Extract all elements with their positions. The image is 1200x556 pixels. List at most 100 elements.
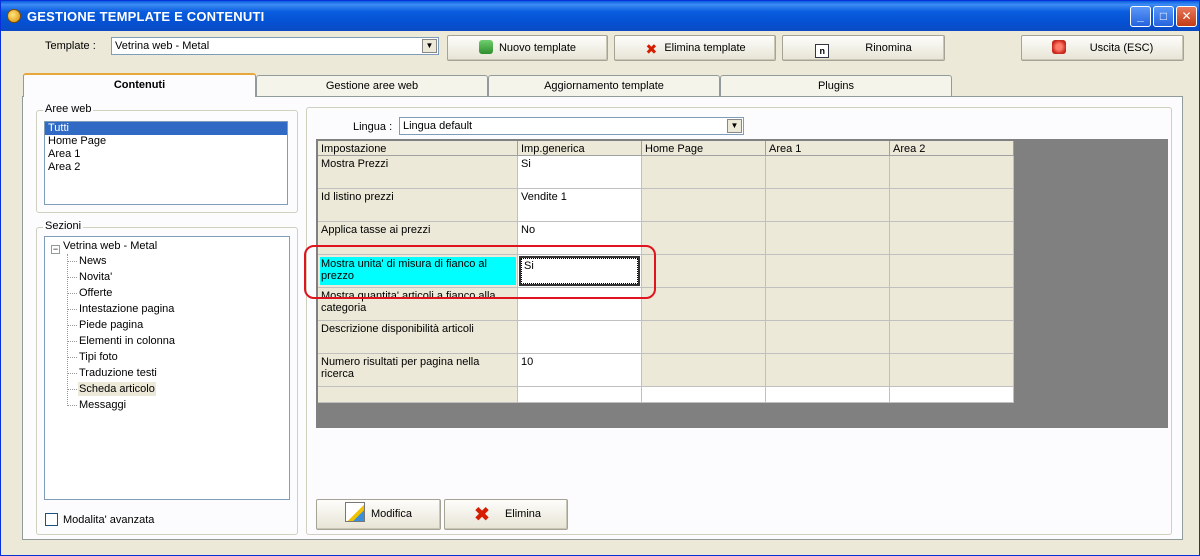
tree-line [67,389,77,390]
delete-button[interactable]: ✖ Elimina [444,499,568,530]
advanced-mode-label: Modalita' avanzata [63,514,155,526]
grid-cell[interactable] [642,387,766,403]
chevron-down-icon[interactable]: ▼ [727,119,742,133]
rename-button[interactable]: n Rinomina [782,35,945,61]
grid-row-label: Id listino prezzi [318,189,518,222]
grid-cell[interactable] [766,288,890,321]
grid-row-label: Mostra Prezzi [318,156,518,189]
lingua-select-value: Lingua default [403,120,473,132]
grid-cell[interactable]: Si [518,156,642,189]
tree-line [67,293,77,294]
template-select-value: Vetrina web - Metal [115,40,210,52]
sezioni-tree[interactable]: − Vetrina web - Metal News Novita' Offer… [44,236,290,500]
template-select[interactable]: Vetrina web - Metal ▼ [111,37,439,55]
lingua-select[interactable]: Lingua default ▼ [399,117,744,135]
grid-cell[interactable]: Vendite 1 [518,189,642,222]
grid-cell[interactable] [642,189,766,222]
aree-web-list[interactable]: Tutti Home Page Area 1 Area 2 [44,121,288,205]
tree-item-traduzione-testi[interactable]: Traduzione testi [79,366,157,380]
minimize-button[interactable]: _ [1130,6,1151,27]
grid-cell[interactable] [766,222,890,255]
grid-cell[interactable]: 10 [518,354,642,387]
grid-header[interactable]: Impostazione [318,141,518,156]
grid-header[interactable]: Home Page [642,141,766,156]
collapse-icon[interactable]: − [51,245,60,254]
grid-cell[interactable] [642,156,766,189]
list-item[interactable]: Tutti [45,122,287,135]
grid-cell[interactable] [766,189,890,222]
tree-item-novita[interactable]: Novita' [79,270,112,284]
list-item[interactable]: Home Page [45,135,287,148]
tree-item-messaggi[interactable]: Messaggi [79,398,126,412]
grid-row-label [318,387,518,403]
delete-icon: ✖ [645,41,658,57]
delete-template-button[interactable]: ✖ Elimina template [614,35,776,61]
new-template-button[interactable]: Nuovo template [447,35,608,61]
tree-item-elementi-in-colonna[interactable]: Elementi in colonna [79,334,175,348]
grid-cell[interactable] [766,321,890,354]
grid-cell[interactable] [642,222,766,255]
exit-button[interactable]: Uscita (ESC) [1021,35,1184,61]
tree-line [67,261,77,262]
tab-plugins[interactable]: Plugins [720,75,952,96]
maximize-button[interactable]: □ [1153,6,1174,27]
grid-cell[interactable] [766,387,890,403]
template-label: Template : [45,40,96,52]
grid-cell[interactable] [642,354,766,387]
tab-contenuti[interactable]: Contenuti [23,73,256,97]
grid-cell[interactable] [890,189,1014,222]
tree-item-scheda-articolo[interactable]: Scheda articolo [78,382,156,396]
sezioni-caption: Sezioni [43,220,84,232]
delete-label: Elimina [504,508,542,520]
tree-line [67,357,77,358]
grid-cell[interactable] [890,321,1014,354]
close-button[interactable]: ✕ [1176,6,1197,27]
lingua-label: Lingua : [353,121,393,133]
tab-aggiornamento-template[interactable]: Aggiornamento template [488,75,720,96]
grid-cell[interactable] [642,321,766,354]
grid-header[interactable]: Area 2 [890,141,1014,156]
grid-cell[interactable] [642,288,766,321]
grid-cell[interactable] [766,255,890,288]
grid-cell[interactable] [890,387,1014,403]
tree-line [67,325,77,326]
grid-cell[interactable] [890,354,1014,387]
exit-icon [1051,40,1066,54]
tree-item-intestazione-pagina[interactable]: Intestazione pagina [79,302,174,316]
tree-line [67,405,77,406]
grid-header[interactable]: Area 1 [766,141,890,156]
grid-row-label: Numero risultati per pagina nella ricerc… [318,354,518,387]
grid-cell[interactable] [890,288,1014,321]
list-item[interactable]: Area 2 [45,161,287,174]
grid-cell[interactable] [890,156,1014,189]
tab-gestione-aree-web[interactable]: Gestione aree web [256,75,488,96]
advanced-mode-checkbox[interactable] [45,513,58,526]
grid-cell[interactable] [518,387,642,403]
grid-header[interactable]: Imp.generica [518,141,642,156]
rename-label: Rinomina [865,42,912,54]
grid-row-label: Descrizione disponibilità articoli [318,321,518,354]
tree-line [67,309,77,310]
grid-cell[interactable] [642,255,766,288]
edit-icon [345,502,366,522]
new-template-label: Nuovo template [498,42,577,54]
grid-cell[interactable] [766,156,890,189]
tree-item-offerte[interactable]: Offerte [79,286,112,300]
title-bar[interactable]: GESTIONE TEMPLATE E CONTENUTI _ □ ✕ [1,1,1199,31]
grid-cell[interactable] [890,222,1014,255]
chevron-down-icon[interactable]: ▼ [422,39,437,53]
tree-root-item[interactable]: Vetrina web - Metal [63,239,157,253]
annotation-highlight [304,245,656,299]
tree-line [67,373,77,374]
rename-icon: n [815,44,830,58]
modify-button[interactable]: Modifica [316,499,441,530]
grid-cell[interactable] [890,255,1014,288]
tree-item-news[interactable]: News [79,254,107,268]
grid-cell[interactable] [766,354,890,387]
exit-label: Uscita (ESC) [1089,42,1154,54]
tree-item-tipi-foto[interactable]: Tipi foto [79,350,118,364]
grid-cell[interactable] [518,321,642,354]
tree-item-piede-pagina[interactable]: Piede pagina [79,318,143,332]
list-item[interactable]: Area 1 [45,148,287,161]
tree-line [67,277,77,278]
